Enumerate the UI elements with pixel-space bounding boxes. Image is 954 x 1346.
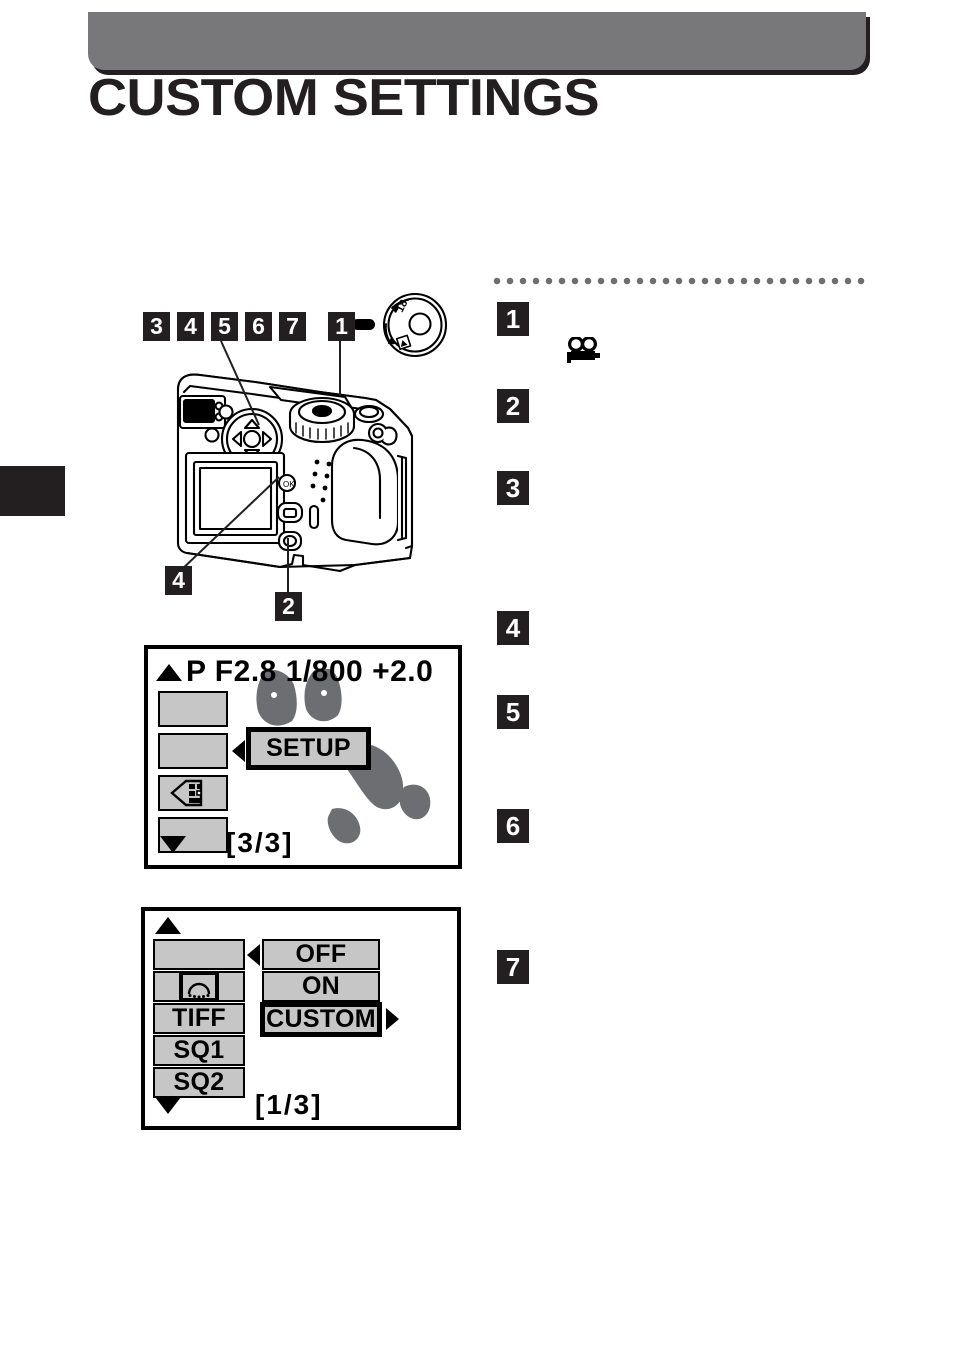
lcd-bottom-page-indicator: [1/3] — [255, 1089, 323, 1120]
callout-badge-7: 7 — [279, 312, 306, 341]
step-badge-2: 2 — [497, 389, 529, 423]
lcd-bottom-right-arrow-icon — [386, 1008, 399, 1030]
scroll-up-indicator-top[interactable] — [156, 663, 182, 681]
scroll-down-indicator-bottom[interactable] — [155, 1097, 181, 1114]
callout-badge-4-top: 4 — [177, 312, 204, 341]
section-dotted-rule — [493, 277, 869, 285]
step-badge-1: 1 — [497, 302, 529, 336]
step-badge-3: 3 — [497, 471, 529, 505]
page-root: CUSTOM SETTINGS 18 OK 3 4 5 6 7 1 4 2 1 … — [0, 0, 954, 1346]
lcd-top-left-cell-1[interactable] — [158, 691, 228, 727]
lcd-top-left-cell-2[interactable] — [158, 733, 228, 769]
lcd-top-selected-option[interactable]: SETUP — [246, 727, 371, 770]
scroll-up-indicator-bottom[interactable] — [155, 917, 181, 934]
lcd-bottom-left-cell-5[interactable]: SQ2 — [153, 1067, 245, 1098]
lcd-screen-top: P F2.8 1/800 +2.0 SETUP [3/3] — [144, 645, 462, 869]
step-badge-6: 6 — [497, 809, 529, 843]
lcd-screen-bottom: TIFF SQ1 SQ2 OFF ON CUSTOM [1/3] — [141, 907, 461, 1130]
callout-badge-1: 1 — [328, 312, 355, 341]
lcd-bottom-left-cell-3[interactable]: TIFF — [153, 1003, 245, 1034]
hq-quality-icon — [179, 971, 219, 1002]
lcd-status-line: P F2.8 1/800 +2.0 — [186, 655, 434, 688]
chapter-tab-marker — [0, 466, 65, 516]
scroll-down-indicator-top[interactable] — [160, 836, 186, 853]
step-badge-5: 5 — [497, 695, 529, 729]
movie-camera-icon — [567, 337, 600, 363]
lcd-bottom-left-arrow-icon — [247, 944, 260, 966]
svg-text:OK: OK — [283, 480, 295, 489]
header-bar — [88, 12, 866, 70]
lcd-top-left-cell-3[interactable] — [158, 775, 228, 811]
page-title: CUSTOM SETTINGS — [88, 69, 600, 127]
lcd-bottom-option-on[interactable]: ON — [262, 971, 380, 1002]
callout-badge-5: 5 — [211, 312, 238, 341]
step-badge-4: 4 — [497, 611, 529, 645]
callout-badge-2: 2 — [275, 592, 302, 621]
lcd-bottom-left-cell-4[interactable]: SQ1 — [153, 1035, 245, 1066]
lcd-bottom-left-cell-2[interactable] — [153, 971, 245, 1002]
lcd-bottom-option-custom[interactable]: CUSTOM — [260, 1002, 382, 1037]
lcd-top-left-arrow-icon — [232, 740, 245, 762]
setup-card-icon — [170, 779, 203, 807]
lcd-top-page-indicator: [3/3] — [226, 827, 294, 858]
callout-badge-4-ok: 4 — [165, 566, 192, 595]
callout-badge-6: 6 — [245, 312, 272, 341]
lcd-bottom-option-off[interactable]: OFF — [262, 939, 380, 970]
lcd-bottom-left-cell-1[interactable] — [153, 939, 245, 970]
callout-badge-3: 3 — [143, 312, 170, 341]
step-badge-7: 7 — [497, 950, 529, 984]
